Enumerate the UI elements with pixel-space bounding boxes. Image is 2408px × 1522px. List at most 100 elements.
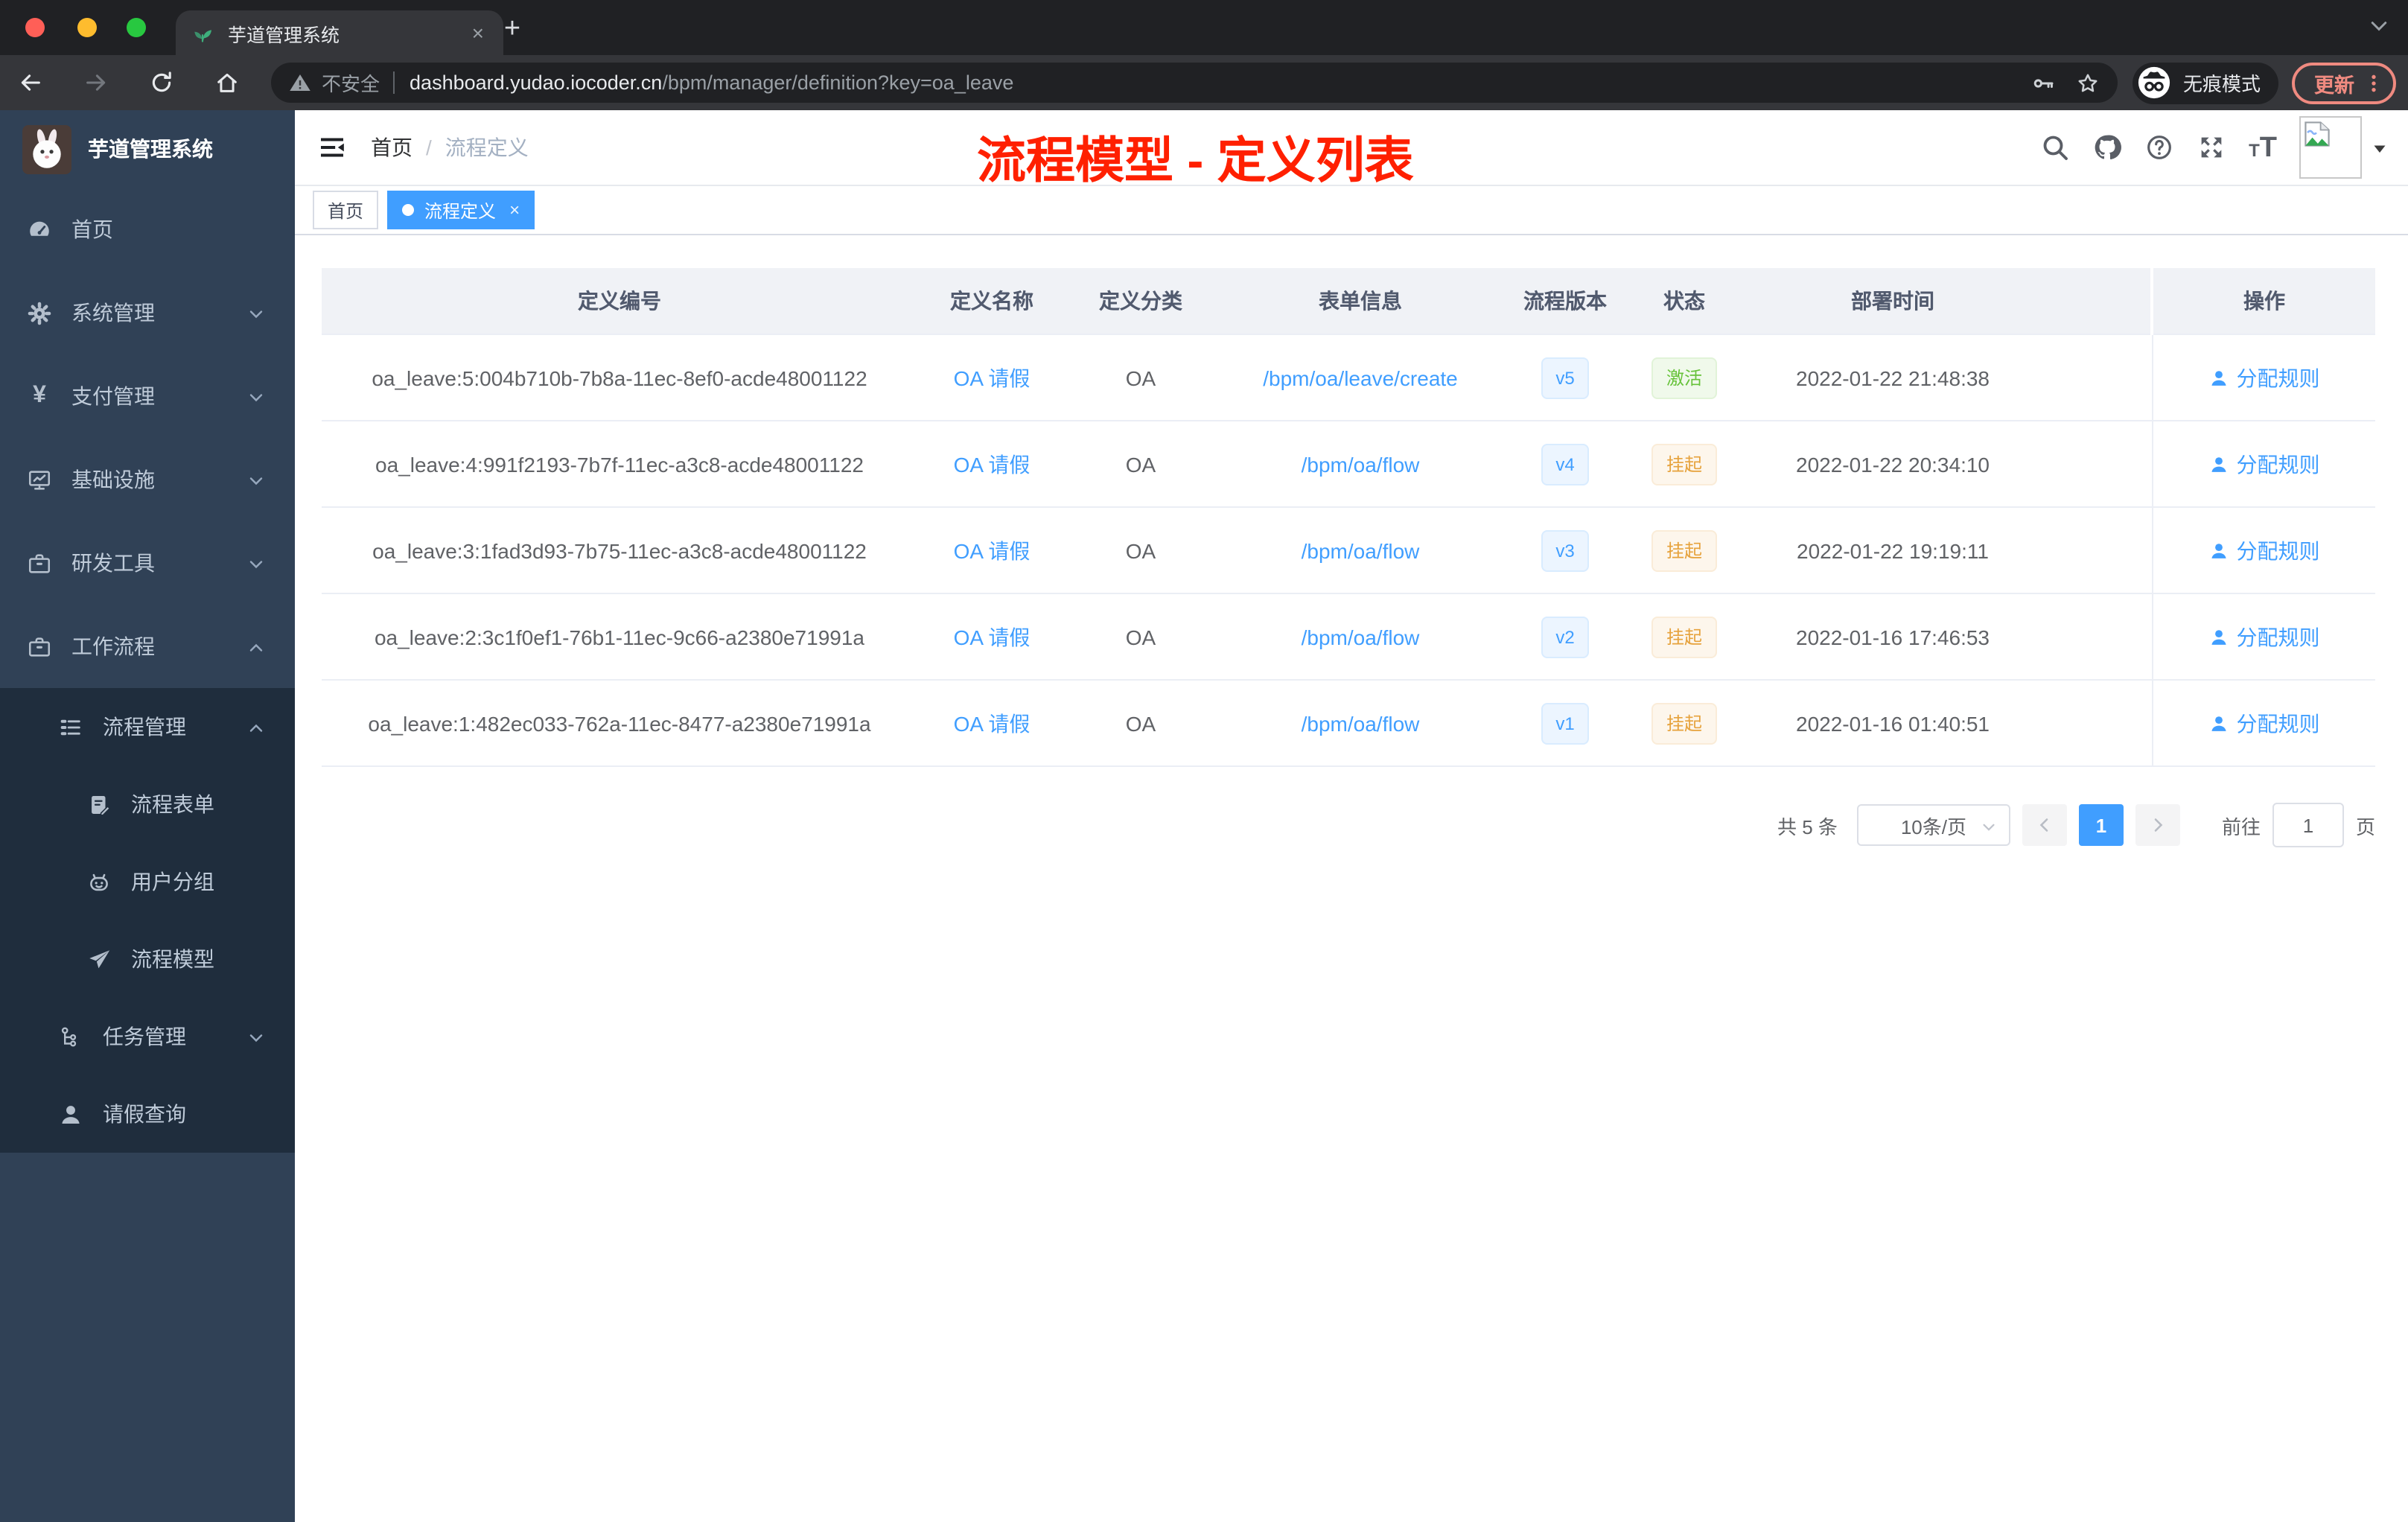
sidebar-item-支付管理[interactable]: ¥ 支付管理 [0, 354, 295, 438]
sidebar-toggle-hamburger-icon[interactable] [317, 133, 347, 162]
reload-button[interactable] [140, 62, 182, 104]
column-header-表单信息: 表单信息 [1215, 268, 1506, 335]
sidebar-item-流程模型[interactable]: 流程模型 [0, 920, 295, 998]
form-info[interactable]: /bpm/oa/flow [1215, 680, 1506, 767]
operations[interactable]: 分配规则 [2151, 507, 2375, 594]
form-link[interactable]: /bpm/oa/flow [1302, 625, 1420, 649]
home-button[interactable] [206, 62, 247, 104]
form-info[interactable]: /bpm/oa/flow [1215, 593, 1506, 681]
definition-name-link[interactable]: OA 请假 [954, 366, 1031, 389]
breadcrumb-home[interactable]: 首页 [371, 133, 413, 162]
fullscreen-icon[interactable] [2197, 133, 2226, 162]
column-header-定义名称: 定义名称 [917, 268, 1066, 335]
tag-首页[interactable]: 首页 [313, 191, 379, 229]
definition-name-link[interactable]: OA 请假 [954, 452, 1031, 476]
next-page-button[interactable] [2135, 804, 2180, 846]
page-1-button[interactable]: 1 [2078, 804, 2124, 846]
not-secure-label[interactable]: 不安全 [322, 69, 380, 97]
sidebar-item-请假查询[interactable]: 请假查询 [0, 1075, 295, 1153]
prev-page-button[interactable] [2022, 804, 2067, 846]
tab-search-chevron-icon[interactable] [2368, 15, 2390, 37]
sidebar-item-流程管理[interactable]: 流程管理 [0, 688, 295, 765]
assign-rule-button[interactable]: 分配规则 [2208, 708, 2320, 738]
form-info[interactable]: /bpm/oa/leave/create [1215, 334, 1506, 421]
incognito-badge: 无痕模式 [2132, 62, 2278, 104]
assign-rule-button[interactable]: 分配规则 [2208, 363, 2320, 392]
help-icon[interactable] [2144, 133, 2174, 162]
chevron-down-icon [247, 304, 265, 322]
definition-name[interactable]: OA 请假 [917, 421, 1066, 508]
chevron-right-icon [2149, 816, 2167, 834]
definition-name[interactable]: OA 请假 [917, 334, 1066, 421]
user-icon [58, 1101, 83, 1127]
column-header-部署时间: 部署时间 [1744, 268, 2042, 335]
font-size-icon[interactable]: TT [2249, 133, 2277, 162]
deploy-time: 2022-01-22 19:19:11 [1744, 507, 2042, 594]
sidebar-item-系统管理[interactable]: 系统管理 [0, 271, 295, 354]
filler-cell [2042, 593, 2152, 681]
form-link[interactable]: /bpm/oa/flow [1302, 538, 1420, 562]
tag-close-icon[interactable]: × [509, 200, 520, 220]
form-info[interactable]: /bpm/oa/flow [1215, 507, 1506, 594]
window-close-button[interactable] [25, 18, 45, 37]
definition-category: OA [1066, 507, 1215, 594]
window-minimize-button[interactable] [77, 18, 97, 37]
assign-rule-button[interactable]: 分配规则 [2208, 449, 2320, 479]
avatar[interactable] [2299, 116, 2362, 179]
goto-page-input[interactable] [2272, 803, 2344, 847]
form-link[interactable]: /bpm/oa/flow [1302, 452, 1420, 476]
password-key-icon[interactable] [2031, 71, 2055, 95]
operations[interactable]: 分配规则 [2151, 593, 2375, 681]
bookmark-star-icon[interactable] [2076, 71, 2100, 95]
operations[interactable]: 分配规则 [2151, 421, 2375, 508]
form-link[interactable]: /bpm/oa/flow [1302, 711, 1420, 735]
window-zoom-button[interactable] [127, 18, 146, 37]
broken-image-icon [2305, 121, 2330, 147]
sidebar-item-工作流程[interactable]: 工作流程 [0, 605, 295, 688]
sidebar-logo[interactable]: 芋道管理系统 [0, 110, 295, 188]
new-tab-button[interactable]: + [491, 9, 533, 51]
operations[interactable]: 分配规则 [2151, 334, 2375, 421]
chevron-up-icon [247, 718, 265, 736]
forward-button[interactable] [74, 62, 116, 104]
form-info[interactable]: /bpm/oa/flow [1215, 421, 1506, 508]
sidebar-menu: 首页 系统管理 ¥ 支付管理 基础设施 研发工具工作流程流程管理流程表单用户分组 流程模型任… [0, 188, 295, 1153]
search-icon[interactable] [2040, 133, 2070, 162]
sidebar-item-任务管理[interactable]: 任务管理 [0, 998, 295, 1075]
main-area: 首页 / 流程定义 流程模型 - 定义列表 TT 首页 流程定义 × 定义编号 … [295, 110, 2408, 1522]
incognito-label: 无痕模式 [2182, 73, 2261, 95]
definition-name-link[interactable]: OA 请假 [954, 625, 1031, 649]
select-chevron-down-icon [1981, 818, 1997, 834]
sidebar-item-用户分组[interactable]: 用户分组 [0, 843, 295, 920]
definition-name-link[interactable]: OA 请假 [954, 711, 1031, 735]
process-version: v1 [1506, 680, 1625, 767]
definition-name[interactable]: OA 请假 [917, 507, 1066, 594]
browser-tab[interactable]: 芋道管理系统 × [176, 10, 503, 55]
sidebar-item-label: 工作流程 [71, 634, 155, 658]
sidebar-item-label: 支付管理 [71, 384, 155, 408]
browser-update-button[interactable]: 更新 [2292, 62, 2396, 104]
assign-rule-button[interactable]: 分配规则 [2208, 535, 2320, 565]
tag-流程定义[interactable]: 流程定义 × [387, 191, 535, 229]
sidebar-item-流程表单[interactable]: 流程表单 [0, 765, 295, 843]
avatar-caret-down-icon[interactable] [2371, 138, 2389, 156]
page-unit-label: 页 [2355, 815, 2375, 838]
definition-name[interactable]: OA 请假 [917, 593, 1066, 681]
dashboard-icon [27, 217, 52, 242]
page-size-select[interactable]: 10条/页 [1856, 804, 2010, 846]
definition-name[interactable]: OA 请假 [917, 680, 1066, 767]
definition-name-link[interactable]: OA 请假 [954, 538, 1031, 562]
tab-close-icon[interactable]: × [468, 21, 488, 45]
url-text[interactable]: dashboard.yudao.iocoder.cn/bpm/manager/d… [410, 71, 2013, 94]
browser-menu-dots-icon[interactable] [2362, 71, 2386, 95]
form-link[interactable]: /bpm/oa/leave/create [1263, 366, 1458, 389]
github-icon[interactable] [2092, 133, 2122, 162]
address-bar[interactable]: 不安全 dashboard.yudao.iocoder.cn/bpm/manag… [271, 63, 2118, 103]
operations[interactable]: 分配规则 [2151, 680, 2375, 767]
sidebar-item-基础设施[interactable]: 基础设施 [0, 438, 295, 521]
sidebar-item-研发工具[interactable]: 研发工具 [0, 521, 295, 605]
sidebar-item-首页[interactable]: 首页 [0, 188, 295, 271]
assign-rule-button[interactable]: 分配规则 [2208, 622, 2320, 652]
back-button[interactable] [9, 62, 51, 104]
sidebar-item-label: 流程表单 [131, 792, 214, 816]
